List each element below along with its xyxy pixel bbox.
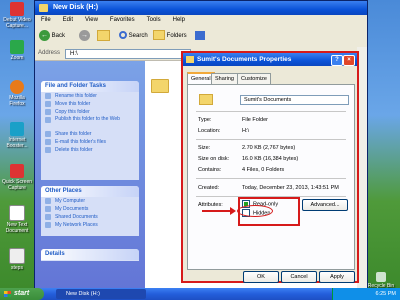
up-folder-icon — [97, 29, 110, 41]
task-move[interactable]: Move this folder — [41, 100, 139, 108]
taskbar-item-explorer[interactable]: New Disk (H:) — [56, 289, 146, 299]
search-icon — [119, 31, 127, 40]
zoom-icon — [10, 40, 24, 54]
back-arrow-icon: ← — [39, 29, 50, 41]
file-folder-tasks-header[interactable]: File and Folder Tasks — [41, 81, 139, 92]
menu-edit[interactable]: Edit — [63, 17, 73, 23]
desktop-icon-quick-screen[interactable]: Quick Screen Capture — [2, 164, 32, 191]
task-copy[interactable]: Copy this folder — [41, 108, 139, 116]
task-publish[interactable]: Publish this folder to the Web — [41, 116, 139, 130]
text-document-icon — [9, 205, 25, 221]
desktop-icon-new-text[interactable]: New Text Document — [2, 205, 32, 234]
menu-file[interactable]: File — [41, 17, 51, 23]
properties-dialog: Sumit's Documents Properties ? × General… — [181, 51, 359, 283]
menu-favorites[interactable]: Favorites — [110, 17, 135, 23]
other-places-panel: Other Places My Computer My Documents Sh… — [41, 186, 139, 236]
advanced-button[interactable]: Advanced... — [302, 199, 348, 211]
video-capture-icon — [10, 2, 24, 16]
up-folder-button[interactable] — [97, 29, 110, 43]
folder-title-icon — [186, 56, 194, 63]
place-shared-documents[interactable]: Shared Documents — [41, 213, 139, 221]
folder-name-input[interactable]: Sumit's Documents — [240, 95, 349, 105]
divider — [196, 111, 346, 112]
help-button[interactable]: ? — [331, 55, 343, 66]
general-pane: Sumit's Documents Type: File Folder Loca… — [187, 84, 355, 270]
folders-icon — [153, 30, 165, 41]
desktop-icon-booster[interactable]: Internet Booster... — [2, 122, 32, 149]
firefox-icon — [10, 80, 24, 94]
close-button[interactable]: × — [343, 55, 355, 66]
details-panel: Details — [41, 249, 139, 261]
views-button[interactable] — [195, 29, 205, 43]
place-my-computer[interactable]: My Computer — [41, 197, 139, 205]
place-network[interactable]: My Network Places — [41, 221, 139, 229]
highlight-arrow — [202, 210, 232, 212]
toolbar: ← Back → Search Folders — [35, 25, 367, 48]
place-my-documents[interactable]: My Documents — [41, 205, 139, 213]
address-input[interactable]: H:\ — [65, 49, 191, 59]
desktop-icon-firefox[interactable]: Mozilla Firefox — [2, 80, 32, 107]
desktop-icon-recycle-bin[interactable]: Recycle Bin — [366, 272, 396, 289]
other-places-header[interactable]: Other Places — [41, 186, 139, 197]
clock[interactable]: 6:25 PM — [376, 291, 396, 297]
cancel-button[interactable]: Cancel — [281, 271, 317, 283]
booster-icon — [10, 122, 24, 136]
taskbar: start New Disk (H:) 6:25 PM — [0, 288, 400, 300]
highlight-arrowhead — [230, 207, 236, 215]
details-header[interactable]: Details — [41, 249, 139, 260]
views-icon — [195, 30, 205, 40]
task-delete[interactable]: Delete this folder — [41, 146, 139, 154]
dialog-titlebar[interactable]: Sumit's Documents Properties ? × — [183, 53, 357, 66]
desktop-icon-steps[interactable]: steps — [2, 248, 32, 271]
divider — [196, 139, 346, 140]
drive-icon — [39, 4, 48, 12]
forward-arrow-icon: → — [79, 29, 90, 41]
apply-button[interactable]: Apply — [319, 271, 355, 283]
back-button[interactable]: ← Back — [39, 29, 65, 43]
task-pane: File and Folder Tasks Rename this folder… — [35, 61, 145, 289]
desktop-icon-debut[interactable]: Debut Video Capture... — [2, 2, 32, 29]
search-button[interactable]: Search — [119, 29, 148, 43]
desktop-icon-zoom[interactable]: Zoom — [2, 40, 32, 61]
screen-capture-icon — [10, 164, 24, 178]
file-folder-tasks-panel: File and Folder Tasks Rename this folder… — [41, 81, 139, 180]
tab-customize[interactable]: Customize — [237, 73, 271, 84]
ok-button[interactable]: OK — [243, 271, 279, 283]
address-label: Address — [38, 50, 61, 56]
highlight-ellipse — [237, 205, 273, 217]
task-email[interactable]: E-mail this folder's files — [41, 138, 139, 146]
recycle-bin-icon — [376, 272, 386, 282]
start-button[interactable]: start — [0, 288, 44, 300]
folders-button[interactable]: Folders — [153, 29, 187, 43]
forward-button[interactable]: → — [79, 29, 90, 43]
system-tray: 6:25 PM — [332, 288, 400, 300]
menu-view[interactable]: View — [85, 17, 98, 23]
folder-large-icon — [199, 94, 213, 105]
task-share[interactable]: Share this folder — [41, 130, 139, 138]
menu-tools[interactable]: Tools — [147, 17, 161, 23]
folder-icon[interactable] — [151, 79, 169, 93]
menu-help[interactable]: Help — [173, 17, 185, 23]
divider — [196, 178, 346, 179]
tab-sharing[interactable]: Sharing — [211, 73, 238, 84]
task-rename[interactable]: Rename this folder — [41, 92, 139, 100]
document-icon — [9, 248, 25, 264]
explorer-titlebar[interactable]: New Disk (H:) — [35, 1, 367, 15]
